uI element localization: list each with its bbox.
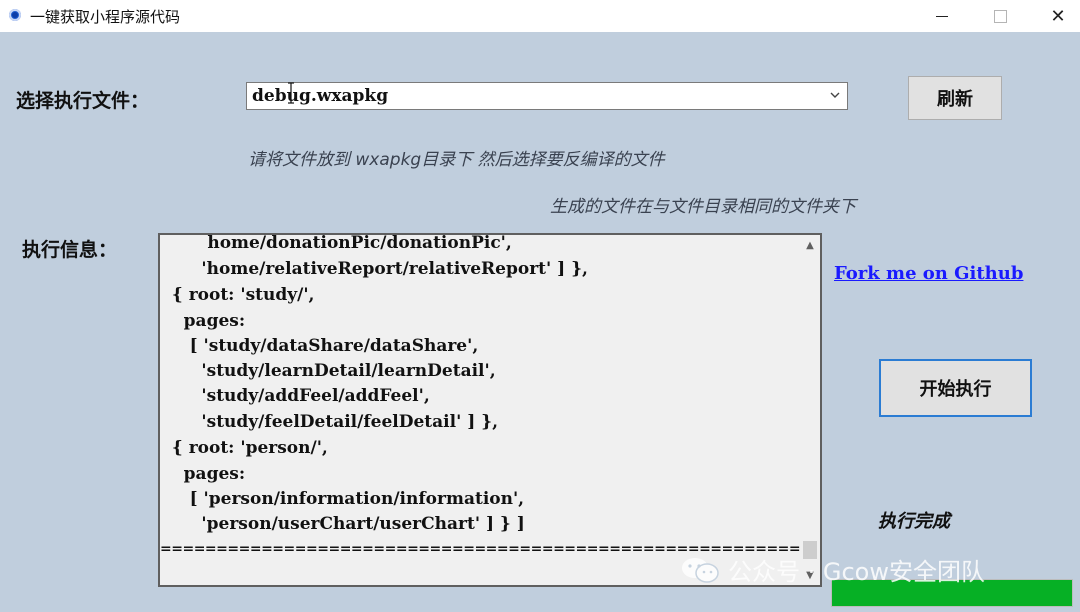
log-scrollbar[interactable]: ▲ ▼ (800, 235, 820, 585)
chevron-down-icon (830, 92, 840, 98)
log-line: home/donationPic/donationPic', (160, 235, 512, 253)
minimize-button[interactable] (912, 0, 972, 32)
file-select-value: debug.wxapkg (252, 86, 389, 106)
log-label: 执行信息： (22, 239, 118, 261)
file-select-combobox[interactable]: debug.wxapkg (246, 82, 848, 110)
title-bar: 一键获取小程序源代码 ✕ (0, 0, 1080, 32)
start-button[interactable]: 开始执行 (879, 359, 1032, 417)
window-title: 一键获取小程序源代码 (30, 8, 181, 26)
log-line: pages: (160, 311, 246, 331)
log-textarea[interactable]: home/donationPic/donationPic', 'home/rel… (158, 233, 822, 587)
log-line: 'study/learnDetail/learnDetail', (160, 361, 496, 381)
maximize-icon (993, 9, 1007, 23)
hint-line-1: 请将文件放到 wxapkg目录下 然后选择要反编译的文件 (248, 150, 665, 170)
log-line: 'study/feelDetail/feelDetail' ] }, (160, 412, 499, 432)
log-content: home/donationPic/donationPic', 'home/rel… (160, 235, 800, 585)
log-line: 'study/addFeel/addFeel', (160, 386, 430, 406)
minimize-icon (936, 15, 948, 17)
log-line: 'person/userChart/userChart' ] } ] (160, 514, 525, 534)
watermark-text: 公众号 · Gcow安全团队 (728, 558, 985, 586)
log-line: [ 'study/dataShare/dataShare', (160, 336, 479, 356)
app-icon (9, 9, 21, 21)
log-line: [ 'person/information/information', (160, 489, 525, 509)
scroll-up-arrow-icon[interactable]: ▲ (800, 235, 820, 255)
log-line: pages: (160, 464, 246, 484)
log-line: 'home/relativeReport/relativeReport' ] }… (160, 259, 588, 279)
file-select-label: 选择执行文件： (16, 90, 150, 112)
log-line: { root: 'study/', (160, 285, 315, 305)
wechat-icon (682, 557, 719, 583)
refresh-button[interactable]: 刷新 (908, 76, 1002, 120)
text-cursor-icon (288, 82, 294, 104)
status-text: 执行完成 (878, 511, 950, 532)
github-link[interactable]: Fork me on Github (834, 263, 1023, 284)
hint-line-2: 生成的文件在与文件目录相同的文件夹下 (550, 197, 856, 217)
log-line: { root: 'person/', (160, 438, 328, 458)
maximize-button[interactable] (970, 0, 1030, 32)
close-button[interactable]: ✕ (1028, 0, 1080, 32)
close-icon: ✕ (1050, 5, 1066, 27)
watermark: 公众号 · Gcow安全团队 (680, 552, 985, 587)
